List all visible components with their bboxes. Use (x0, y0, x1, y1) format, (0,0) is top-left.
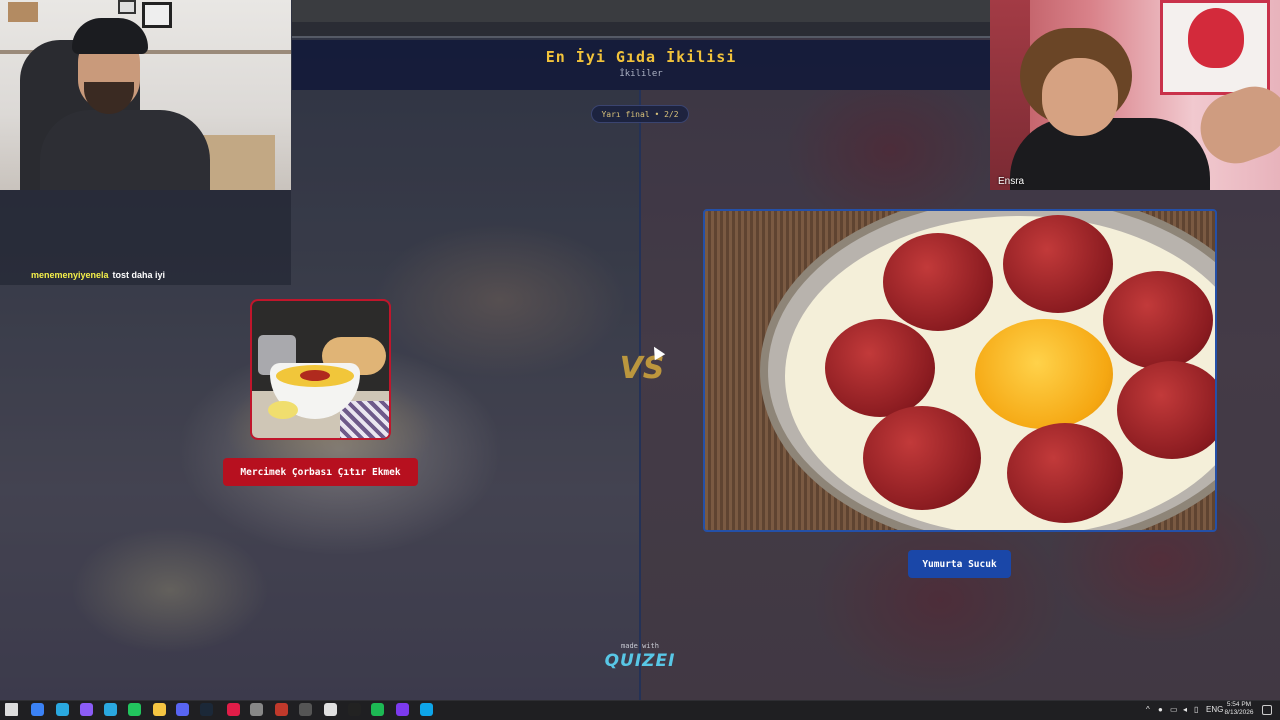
edge-icon[interactable] (56, 703, 69, 716)
tray-chevron-icon[interactable]: ^ (1146, 703, 1150, 717)
obs-icon[interactable] (80, 703, 93, 716)
app-icon[interactable] (250, 703, 263, 716)
battery-icon[interactable]: ▯ (1194, 703, 1198, 717)
browser-strip (292, 0, 990, 22)
quiz-screen: En İyi Gıda İkilisi İkililer Yarı final … (0, 0, 1280, 720)
spotify-icon[interactable] (371, 703, 384, 716)
made-with-label: made with (621, 642, 659, 650)
taskbar (0, 700, 1280, 720)
start-icon[interactable] (5, 703, 18, 716)
capcut-icon[interactable] (348, 703, 361, 716)
browser-toolbar (292, 22, 990, 38)
quiz-subtitle: İkililer (619, 69, 663, 79)
chat-message: menemenyiyenela tost daha iyi (31, 270, 165, 280)
app-icon-2[interactable] (275, 703, 288, 716)
chat-username: menemenyiyenela (31, 270, 109, 280)
notification-icon[interactable] (1262, 705, 1272, 715)
taskbar-clock[interactable]: 5:54 PM 8/13/2026 (1220, 701, 1258, 717)
chrome-icon[interactable] (324, 703, 337, 716)
quiz-title: En İyi Gıda İkilisi (545, 48, 737, 66)
chat-text: tost daha iyi (112, 270, 166, 280)
quiz-header: En İyi Gıda İkilisi İkililer (292, 40, 990, 90)
choice-left-button[interactable]: Mercimek Çorbası Çıtır Ekmek (223, 458, 418, 486)
center-divider (639, 90, 641, 700)
discord-icon[interactable] (176, 703, 189, 716)
brand-logo: QUIZEI (604, 651, 676, 671)
whatsapp-icon[interactable] (128, 703, 141, 716)
clock-time: 5:54 PM (1226, 701, 1252, 708)
choice-right-button[interactable]: Yumurta Sucuk (908, 550, 1011, 578)
choice-left-image[interactable] (250, 299, 391, 440)
steam-icon[interactable] (200, 703, 213, 716)
choice-right-image[interactable] (703, 209, 1217, 532)
edge-active-icon[interactable] (420, 703, 433, 716)
search-icon[interactable] (31, 703, 44, 716)
network-icon[interactable]: ▭ (1170, 703, 1178, 717)
guest-webcam (990, 0, 1280, 190)
app-icon-3[interactable] (396, 703, 409, 716)
streamer-webcam (0, 0, 291, 190)
guest-cam-name: Ensra (998, 176, 1025, 187)
file-explorer-icon[interactable] (153, 703, 166, 716)
round-indicator: Yarı final • 2/2 (591, 105, 689, 123)
clock-date: 8/13/2026 (1224, 709, 1254, 716)
pdf-icon[interactable] (227, 703, 240, 716)
settings-icon[interactable] (299, 703, 312, 716)
telegram-icon[interactable] (104, 703, 117, 716)
mic-icon[interactable]: ● (1158, 703, 1163, 717)
volume-icon[interactable]: ◂ (1183, 703, 1187, 717)
